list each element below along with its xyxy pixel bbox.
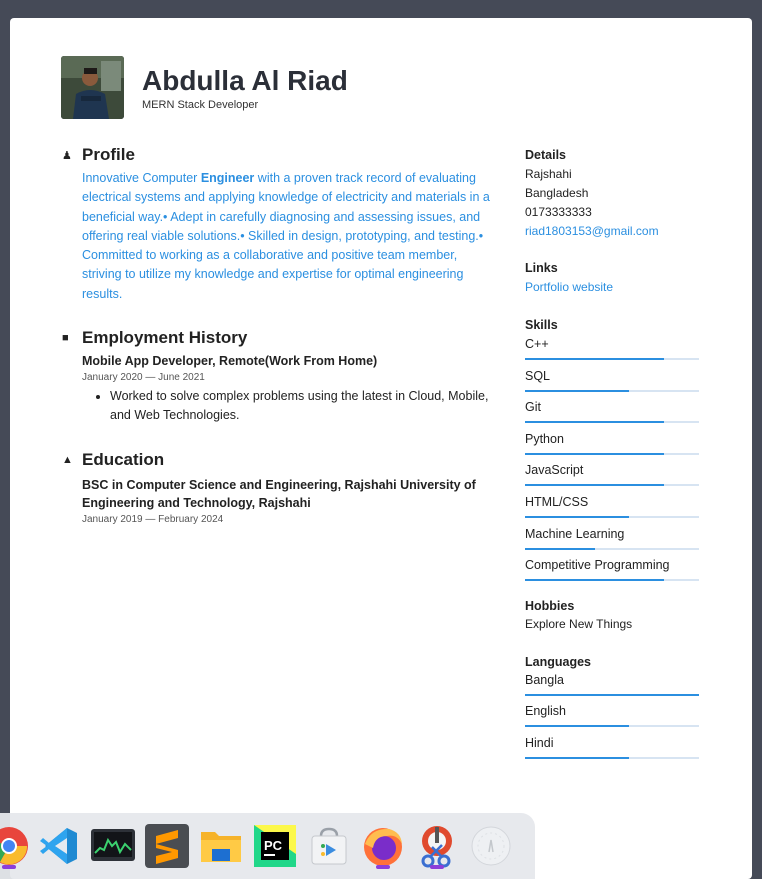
language-level-bar (525, 756, 699, 759)
skill-item: SQL (525, 368, 700, 400)
profile-title: Profile (82, 145, 135, 164)
skill-label: Git (525, 400, 541, 415)
skill-level-fill (525, 421, 665, 424)
pycharm-icon[interactable]: PC (252, 823, 298, 869)
profile-text-start: Innovative Computer (82, 171, 201, 185)
vscode-icon[interactable] (36, 823, 82, 869)
skill-item: Competitive Programming (525, 557, 700, 589)
portfolio-link[interactable]: Portfolio website (525, 278, 700, 297)
employment-title: Employment History (82, 328, 248, 348)
education-dates: January 2019 — February 2024 (82, 514, 224, 526)
skill-label: JavaScript (525, 463, 584, 478)
skill-item: Git (525, 399, 700, 431)
chrome-icon[interactable] (0, 823, 32, 869)
education-entry: BSC in Computer Science and Engineering,… (82, 476, 494, 525)
skill-level-fill (525, 452, 665, 455)
graduation-cap-icon: ▲ (62, 454, 73, 467)
languages-title: Languages (525, 654, 591, 669)
degree-title: BSC in Computer Science and Engineering,… (82, 478, 476, 511)
language-level-bar (525, 725, 699, 728)
language-level-bar (525, 693, 699, 696)
skill-item: JavaScript (525, 462, 700, 494)
details-email-link[interactable]: riad1803153@gmail.com (525, 222, 700, 241)
details-title: Details (525, 148, 566, 162)
skill-item: Python (525, 431, 700, 463)
taskbar-dock: PC (0, 813, 535, 879)
sidebar-column: Details Rajshahi Bangladesh 0173333333 r… (525, 148, 700, 767)
resume-header: Abdulla Al Riad MERN Stack Developer (61, 56, 348, 119)
skills-title: Skills (525, 318, 558, 332)
skill-level-bar (525, 515, 699, 518)
skill-item: Machine Learning (525, 526, 700, 558)
languages-list: Bangla English Hindi (525, 672, 700, 767)
system-monitor-icon[interactable] (90, 823, 136, 869)
skill-label: Machine Learning (525, 526, 625, 541)
details-city: Rajshahi (525, 167, 572, 181)
person-icon: ♟ (62, 149, 72, 162)
language-label: Hindi (525, 735, 554, 750)
firefox-icon[interactable] (360, 823, 406, 869)
skill-level-fill (525, 484, 665, 487)
sublime-text-icon[interactable] (144, 823, 190, 869)
profile-text-end: with a proven track record of evaluating… (82, 171, 490, 301)
files-icon[interactable] (198, 823, 244, 869)
software-store-icon[interactable] (306, 823, 352, 869)
profile-heading: ♟ Profile (62, 145, 494, 165)
job-bullets: Worked to solve complex problems using t… (82, 387, 494, 425)
language-level-fill (525, 756, 630, 759)
skill-level-bar (525, 452, 699, 455)
skill-level-bar (525, 547, 699, 550)
skill-level-fill (525, 579, 665, 582)
language-item: Bangla (525, 672, 700, 704)
job-entry: Mobile App Developer, Remote(Work From H… (82, 354, 494, 425)
skill-level-bar (525, 358, 699, 360)
skill-level-fill (525, 515, 630, 518)
profile-text-bold: Engineer (200, 171, 255, 185)
launcher-icon[interactable] (468, 823, 514, 869)
links-title: Links (525, 261, 558, 275)
profile-summary: Innovative Computer Engineer with a prov… (82, 169, 494, 304)
language-label: English (525, 704, 566, 719)
avatar-photo (61, 56, 124, 119)
skill-level-bar (525, 421, 699, 424)
skill-item: C++ (525, 336, 700, 368)
name-block: Abdulla Al Riad MERN Stack Developer (142, 65, 348, 111)
language-item: Hindi (525, 735, 700, 767)
skill-label: Python (525, 431, 564, 446)
skill-level-fill (525, 389, 630, 392)
candidate-role: MERN Stack Developer (142, 98, 259, 111)
language-level-fill (525, 725, 630, 728)
skill-level-bar (525, 389, 699, 392)
skill-label: HTML/CSS (525, 494, 589, 509)
language-item: English (525, 703, 700, 735)
briefcase-icon: ■ (62, 332, 69, 345)
skill-level-bar (525, 579, 699, 582)
skill-label: Competitive Programming (525, 558, 670, 573)
candidate-name: Abdulla Al Riad (142, 64, 348, 96)
main-column: ♟ Profile Innovative Computer Engineer w… (62, 145, 494, 525)
hobbies-title: Hobbies (525, 598, 575, 613)
avatar (61, 56, 124, 119)
job-title: Mobile App Developer, Remote(Work From H… (82, 354, 378, 369)
language-label: Bangla (525, 672, 564, 687)
screenshot-tool-icon[interactable] (414, 823, 460, 869)
education-title: Education (82, 450, 165, 470)
skill-item: HTML/CSS (525, 494, 700, 526)
hobbies-text: Explore New Things (525, 616, 633, 631)
language-level-fill (525, 693, 699, 696)
skill-level-fill (525, 547, 595, 550)
job-bullet: Worked to solve complex problems using t… (110, 387, 494, 425)
skill-label: SQL (525, 368, 551, 383)
skill-level-fill (525, 358, 665, 360)
education-heading: ▲ Education (62, 450, 494, 470)
job-dates: January 2020 — June 2021 (82, 372, 205, 384)
details-country: Bangladesh (525, 186, 589, 200)
skills-list: C++ SQL Git Python JavaScript HTML/CSS Machine… (525, 336, 700, 589)
employment-heading: ■ Employment History (62, 328, 494, 348)
svg-text:PC: PC (264, 838, 283, 853)
skill-label: C++ (525, 337, 549, 351)
details-phone: 0173333333 (525, 205, 592, 219)
skill-level-bar (525, 484, 699, 487)
